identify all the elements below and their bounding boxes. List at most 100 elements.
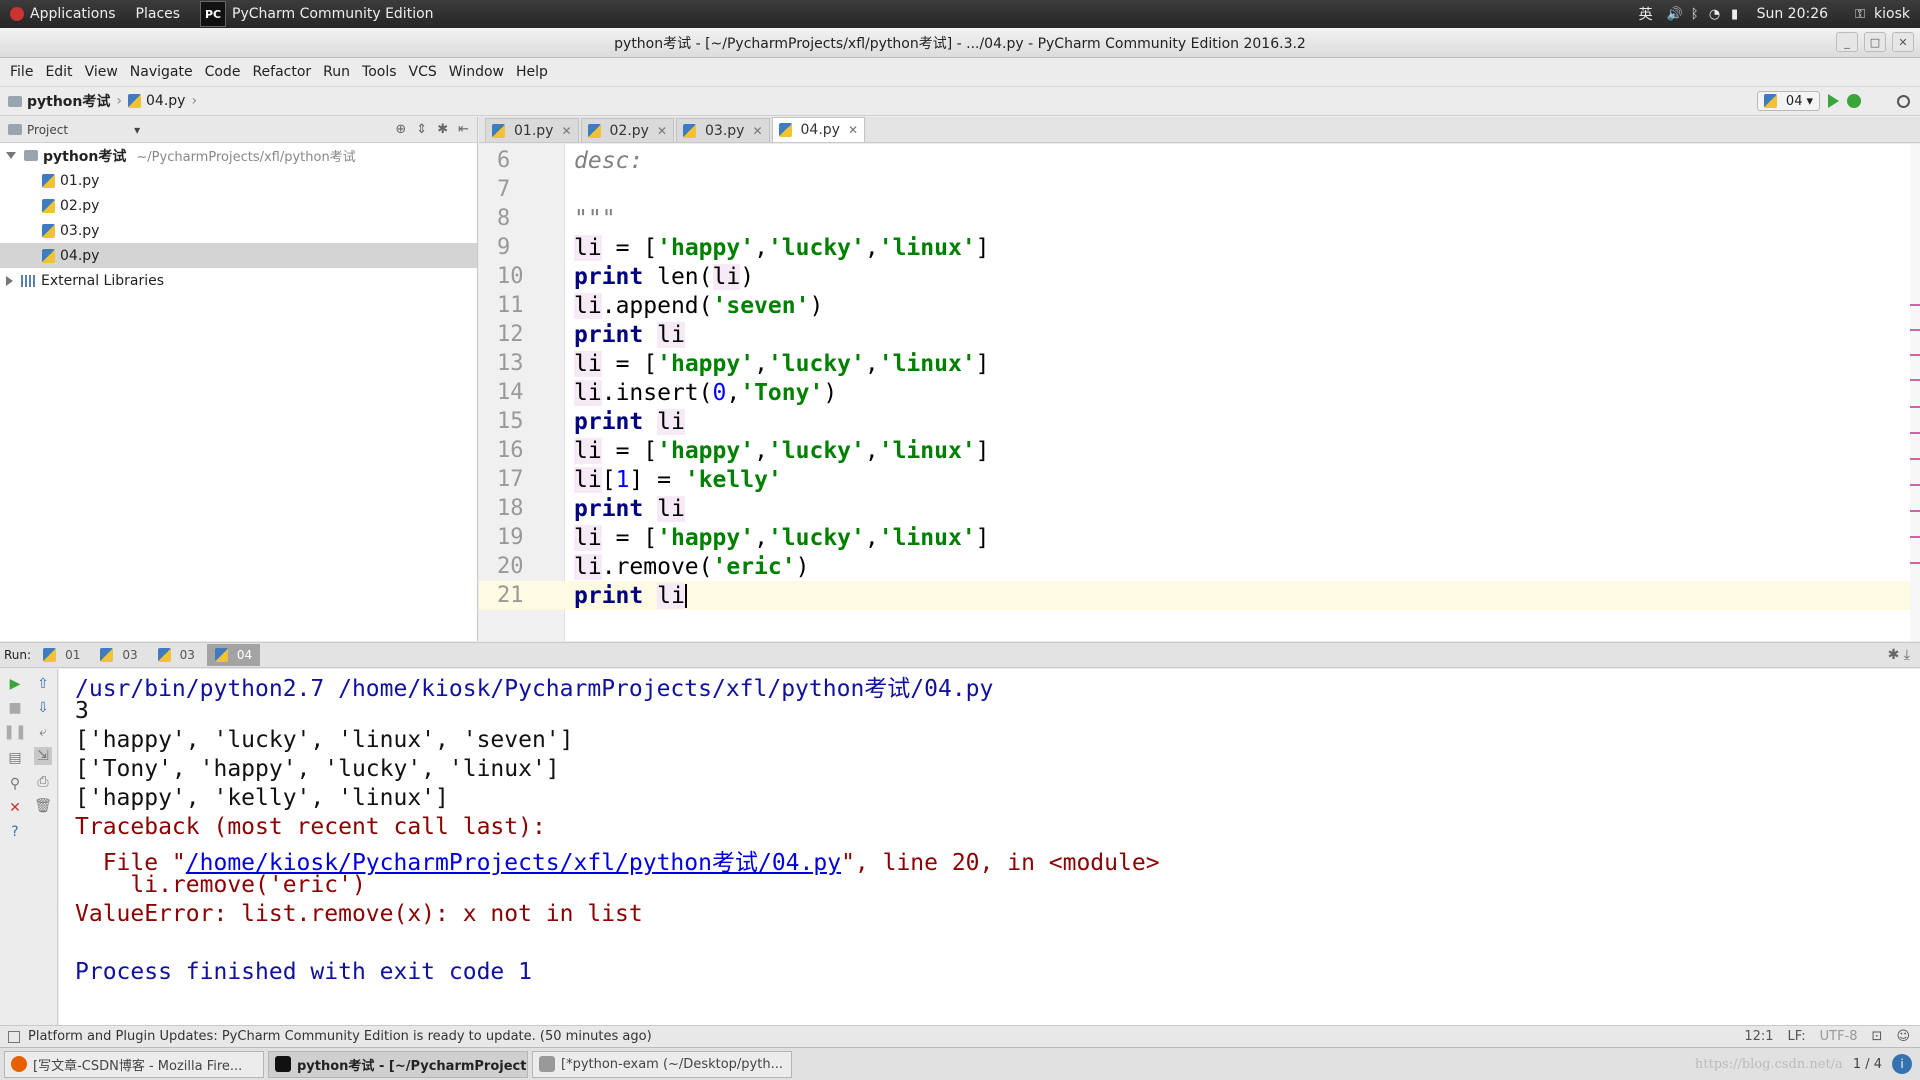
breadcrumb-file[interactable]: 04.py — [146, 93, 185, 109]
code-line[interactable]: 9 li = ['happy','lucky','linux'] — [479, 233, 1920, 262]
tree-file-03[interactable]: 03.py — [0, 218, 477, 243]
stop-icon[interactable]: ■ — [6, 699, 24, 717]
code-line[interactable]: 7 — [479, 175, 1920, 204]
task-pycharm[interactable]: python考试 - [~/PycharmProject... — [268, 1050, 528, 1078]
stripe-marker[interactable] — [1910, 329, 1920, 331]
stripe-marker[interactable] — [1910, 484, 1920, 486]
code-line[interactable]: 20 li.remove('eric') — [479, 552, 1920, 581]
chevron-down-icon[interactable]: ▾ — [134, 123, 140, 137]
menu-run[interactable]: Run — [317, 64, 356, 80]
scroll-to-end-icon[interactable]: ⇲ — [34, 747, 52, 765]
run-tab-04[interactable]: 04 — [206, 644, 261, 666]
file-encoding[interactable]: UTF-8 — [1820, 1029, 1858, 1044]
soft-wrap-icon[interactable]: ⤶ — [34, 723, 52, 741]
code-line[interactable]: 13 li = ['happy','lucky','linux'] — [479, 349, 1920, 378]
sync-icon[interactable]: ⊕ — [395, 122, 406, 137]
up-stack-icon[interactable]: ⇧ — [34, 675, 52, 693]
menu-help[interactable]: Help — [510, 64, 554, 80]
wifi-icon[interactable]: ◔ — [1707, 6, 1723, 22]
expand-arrow-icon[interactable] — [6, 275, 13, 286]
expand-arrow-icon[interactable] — [6, 152, 16, 159]
stripe-marker[interactable] — [1910, 536, 1920, 538]
menu-file[interactable]: File — [4, 64, 39, 80]
run-tab-01[interactable]: 01 — [35, 644, 88, 666]
code-line[interactable]: 12 print li — [479, 320, 1920, 349]
tab-03-py[interactable]: 03.py ✕ — [676, 118, 770, 142]
tree-root-folder[interactable]: python考试 ~/PycharmProjects/xfl/python考试 — [0, 143, 477, 168]
applications-menu[interactable]: Applications — [0, 0, 126, 28]
project-view-select[interactable]: Project — [27, 123, 68, 137]
stripe-marker[interactable] — [1910, 354, 1920, 356]
stripe-marker[interactable] — [1910, 432, 1920, 434]
menu-refactor[interactable]: Refactor — [246, 64, 317, 80]
close-tab-icon[interactable]: ✕ — [752, 124, 762, 138]
stripe-marker[interactable] — [1910, 458, 1920, 460]
tree-file-01[interactable]: 01.py — [0, 168, 477, 193]
breadcrumb-project[interactable]: python考试 — [27, 91, 110, 111]
down-stack-icon[interactable]: ⇩ — [34, 699, 52, 717]
maximize-icon[interactable]: □ — [1864, 32, 1886, 52]
code-line[interactable]: 6 desc: — [479, 146, 1920, 175]
run-configuration-select[interactable]: 04 ▾ — [1756, 91, 1820, 111]
menu-view[interactable]: View — [79, 64, 124, 80]
stripe-marker[interactable] — [1910, 379, 1920, 381]
menu-tools[interactable]: Tools — [356, 64, 403, 80]
task-firefox[interactable]: [写文章-CSDN博客 - Mozilla Fire... — [4, 1050, 264, 1078]
gear-icon[interactable]: ✱ — [437, 122, 448, 137]
code-line[interactable]: 17 li[1] = 'kelly' — [479, 465, 1920, 494]
clock[interactable]: Sun 20:26 — [1747, 0, 1838, 28]
minimize-icon[interactable]: _ — [1836, 32, 1858, 52]
pin-icon[interactable]: ⚲ — [6, 775, 24, 793]
tree-file-02[interactable]: 02.py — [0, 193, 477, 218]
help-icon[interactable]: ? — [6, 823, 24, 841]
run-console[interactable]: /usr/bin/python2.7 /home/kiosk/PycharmPr… — [59, 669, 1920, 1025]
bluetooth-icon[interactable]: ᛒ — [1687, 6, 1703, 22]
close-icon[interactable]: ✕ — [1892, 32, 1914, 52]
code-line[interactable]: 11 li.append('seven') — [479, 291, 1920, 320]
workspace-pager[interactable]: 1 / 4 — [1853, 1057, 1882, 1072]
tab-04-py[interactable]: 04.py ✕ — [771, 117, 865, 142]
code-line[interactable]: 19 li = ['happy','lucky','linux'] — [479, 523, 1920, 552]
stripe-marker[interactable] — [1910, 406, 1920, 408]
menu-code[interactable]: Code — [199, 64, 247, 80]
menu-window[interactable]: Window — [443, 64, 510, 80]
run-tab-03a[interactable]: 03 — [92, 644, 145, 666]
status-message[interactable]: Platform and Plugin Updates: PyCharm Com… — [28, 1029, 652, 1044]
stripe-marker[interactable] — [1910, 510, 1920, 512]
menu-vcs[interactable]: VCS — [403, 64, 443, 80]
trash-icon[interactable]: 🗑 — [34, 797, 52, 815]
close-tab-icon[interactable]: ✕ — [848, 123, 858, 137]
stripe-marker[interactable] — [1910, 304, 1920, 306]
volume-icon[interactable]: 🔊 — [1667, 6, 1683, 22]
tab-01-py[interactable]: 01.py ✕ — [485, 118, 579, 142]
tab-02-py[interactable]: 02.py ✕ — [580, 118, 674, 142]
code-line[interactable]: 16 li = ['happy','lucky','linux'] — [479, 436, 1920, 465]
close-tab-icon[interactable]: ✕ — [561, 124, 571, 138]
tree-external-libraries[interactable]: External Libraries — [0, 268, 477, 293]
debug-icon[interactable] — [1847, 94, 1861, 108]
menu-edit[interactable]: Edit — [39, 64, 78, 80]
active-app-indicator[interactable]: PC PyCharm Community Edition — [190, 0, 443, 28]
pause-icon[interactable]: ❚❚ — [3, 723, 26, 741]
tree-file-04[interactable]: 04.py — [0, 243, 477, 268]
caret-position[interactable]: 12:1 — [1744, 1029, 1773, 1044]
run-tab-03b[interactable]: 03 — [150, 644, 203, 666]
battery-icon[interactable]: ▮ — [1727, 6, 1743, 22]
menu-navigate[interactable]: Navigate — [124, 64, 199, 80]
code-line[interactable]: 18 print li — [479, 494, 1920, 523]
code-line[interactable]: 14 li.insert(0,'Tony') — [479, 378, 1920, 407]
stripe-marker[interactable] — [1910, 562, 1920, 564]
code-line[interactable]: 21 print li — [479, 581, 1920, 610]
hide-panel-icon[interactable]: ⇤ — [458, 122, 469, 137]
run-icon[interactable] — [1828, 94, 1839, 108]
collapse-icon[interactable]: ⇕ — [416, 122, 427, 137]
close-tab-icon[interactable]: ✕ — [657, 124, 667, 138]
info-icon[interactable]: i — [1892, 1054, 1912, 1074]
user-menu[interactable]: ⚿ kiosk — [1842, 0, 1920, 28]
close-run-icon[interactable]: ✕ — [6, 799, 24, 817]
code-editor[interactable]: 6 desc: 7 8 """ 9 li = ['happy','lucky','linux… — [479, 144, 1920, 641]
rerun-icon[interactable]: ▶ — [6, 675, 24, 693]
error-stripe[interactable] — [1910, 144, 1920, 641]
gear-icon[interactable]: ✱ ⤓ — [1888, 647, 1910, 663]
search-icon[interactable] — [1897, 94, 1910, 108]
